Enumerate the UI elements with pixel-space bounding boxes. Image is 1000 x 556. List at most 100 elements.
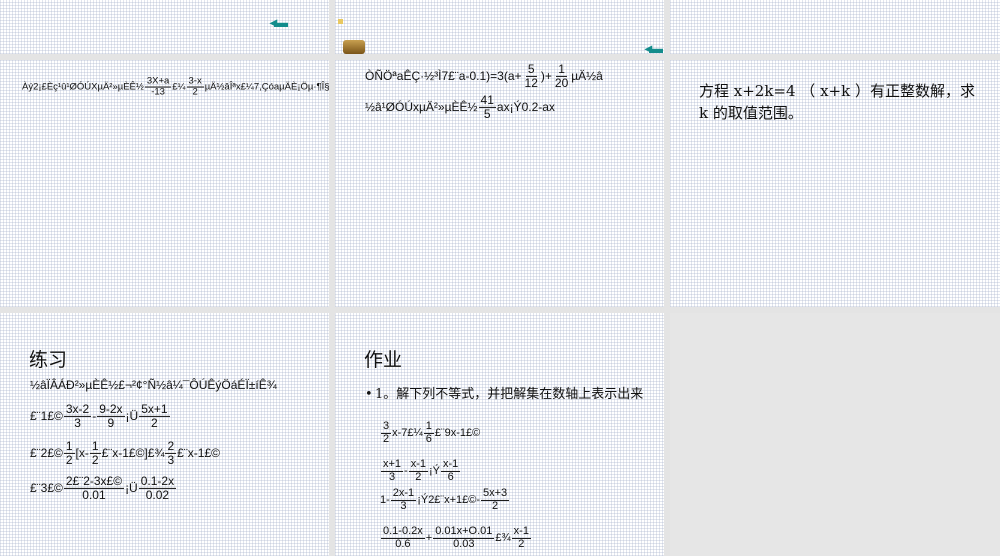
fraction: 41 5 bbox=[478, 92, 496, 121]
equation-line: ÒÑÖªaÊÇ·½³Ì7£¨a-0.1)=3(a+ 5 12)+ 1 20 µÄ½â bbox=[365, 63, 603, 89]
fraction: 23 bbox=[165, 438, 177, 467]
slide-title: 作业 bbox=[364, 349, 403, 371]
logo-image bbox=[343, 40, 365, 54]
denominator: 6 bbox=[447, 470, 454, 483]
denominator: 6 bbox=[425, 432, 432, 445]
equation-text: £¨x-1£©]£¾ bbox=[101, 446, 165, 460]
equation-text: 1- bbox=[380, 494, 390, 506]
numerator: 1 bbox=[89, 438, 101, 454]
empty-area bbox=[670, 313, 1000, 556]
equation-text: µÄ½âÎªx£¼7,ÇóaµÄÈ¡Öµ·¶Î§. bbox=[204, 81, 329, 93]
numerator: x-1 bbox=[441, 457, 461, 472]
denominator: 3 bbox=[167, 452, 175, 467]
slide-thumbnail-6[interactable]: 方程 x+2k=4 （ x+k ）有正整数解，求 k 的取值范围。 bbox=[670, 60, 1000, 307]
numerator: 2£¨2-3x£© bbox=[63, 473, 125, 489]
numerator: 3x-2 bbox=[63, 401, 92, 417]
numerator: 3 bbox=[381, 419, 392, 434]
equation-text: £¼ bbox=[172, 81, 186, 93]
fraction: x-1 6 bbox=[441, 457, 461, 483]
denominator: 3 bbox=[388, 470, 396, 483]
denominator: 2 bbox=[91, 452, 99, 467]
denominator: -13 bbox=[151, 86, 165, 98]
denominator: 2 bbox=[492, 499, 499, 512]
equation-text: ½âÏÂÁÐ²»µÈÊ½£¬²¢°Ñ½â¼¯ÔÚÊýÖáÉÏ±íÊ¾ bbox=[30, 378, 277, 392]
numerator: 1 bbox=[556, 61, 567, 77]
equation-text: [x- bbox=[75, 446, 89, 460]
fraction: 3-x 2 bbox=[186, 76, 204, 98]
slide-title: 练习 bbox=[29, 349, 68, 371]
denominator: 12 bbox=[524, 75, 538, 90]
equation-text: ½â¹ØÓÚxµÄ²»µÈÊ½ bbox=[365, 100, 478, 114]
equation-text: x-7£¼ bbox=[392, 427, 423, 439]
denominator: 2 bbox=[518, 537, 525, 550]
numerator: 9-2x bbox=[97, 401, 125, 417]
equation-text: Àý2¡£Èç¹û¹ØÓÚXµÄ²»µÈÊ½ bbox=[22, 81, 144, 93]
equation-line: 1- 2x-1 3 ¡Ý2£¨x+1£©- 5x+3 2 bbox=[380, 486, 510, 512]
fraction: 3X+a -13 bbox=[144, 76, 172, 98]
slide-thumbnail-4[interactable]: Àý2¡£Èç¹û¹ØÓÚXµÄ²»µÈÊ½ 3X+a -13 £¼ 3-x 2 µÄ½âÎ… bbox=[0, 60, 329, 307]
fraction: 5 12 bbox=[523, 63, 540, 89]
equation-line: 0.1-0.2x 0.6 +0.01x+O.01 0.03 £¾ x-1 2 bbox=[380, 524, 532, 550]
denominator: 2 bbox=[415, 470, 422, 483]
equation-text: ÒÑÖªaÊÇ·½³Ì7£¨a-0.1)=3(a+ bbox=[365, 69, 522, 83]
slide-thumbnail-5[interactable]: ÒÑÖªaÊÇ·½³Ì7£¨a-0.1)=3(a+ 5 12)+ 1 20 µÄ½â ½â¹… bbox=[335, 60, 664, 307]
denominator: 0.03 bbox=[453, 537, 475, 550]
numerator: 0.1-0.2x bbox=[381, 524, 425, 539]
equation-text: - bbox=[404, 465, 408, 477]
equation-line: 3 2 x-7£¼ 1 6 £¨9x-1£© bbox=[380, 419, 481, 445]
denominator: 2 bbox=[65, 452, 73, 467]
fraction: x-1 2 bbox=[511, 524, 531, 550]
equation-text: ax¡Ý0.2-ax bbox=[496, 100, 555, 114]
fraction: 3x-2 3 bbox=[63, 401, 92, 429]
fraction: 12 bbox=[89, 438, 101, 467]
equation-text: µÄ½â bbox=[571, 69, 603, 83]
fraction: x+1 3 bbox=[381, 457, 404, 483]
denominator: 0.6 bbox=[395, 537, 411, 550]
back-arrow-icon: ◂▬ bbox=[270, 14, 288, 30]
equation-line: ½â¹ØÓÚxµÄ²»µÈÊ½ 41 5 ax¡Ý0.2-ax bbox=[365, 94, 555, 120]
equation-text: £¾ bbox=[495, 532, 511, 544]
equation-text: £¨9x-1£© bbox=[434, 427, 481, 439]
denominator: 9 bbox=[107, 415, 115, 430]
denominator: 2 bbox=[383, 432, 390, 445]
equation-text: + bbox=[425, 532, 433, 544]
numerator: x+1 bbox=[381, 457, 404, 472]
equation-text: ¡Ý bbox=[429, 465, 440, 477]
slide-body-text: 方程 x+2k=4 （ x+k ）有正整数解，求 k 的取值范围。 bbox=[699, 82, 975, 122]
bullet-text: 1。解下列不等式，并把解集在数轴上表示出来 bbox=[375, 387, 644, 402]
slide-thumbnail-7[interactable]: 练习 ½âÏÂÁÐ²»µÈÊ½£¬²¢°Ñ½â¼¯ÔÚÊýÖáÉÏ±íÊ¾ £¨1… bbox=[0, 313, 329, 556]
numerator: x-1 bbox=[408, 457, 428, 472]
fraction: 0.1-0.2x 0.6 bbox=[381, 524, 425, 550]
numerator: 1 bbox=[423, 419, 434, 434]
fraction: 2£¨2-3x£© 0.01 bbox=[63, 473, 125, 501]
small-star-icon bbox=[338, 19, 343, 24]
numerator: 1 bbox=[63, 438, 75, 454]
fraction: 5x+1 2 bbox=[139, 403, 170, 429]
equation-line: £¨2£© 1 2 [x- 1 2 £¨x-1£©]£¾ 2 3 £¨x-1£© bbox=[30, 440, 220, 466]
denominator: 5 bbox=[483, 106, 491, 121]
numerator: 41 bbox=[478, 92, 496, 108]
slide-thumbnail-3[interactable] bbox=[670, 0, 1000, 54]
fraction: 0.1-2x 0.02 bbox=[138, 475, 177, 501]
equation-line: x+1 3- x-1 2 ¡Ý x-1 6 bbox=[380, 457, 461, 483]
numerator: x-1 bbox=[511, 524, 531, 539]
fraction: 32 bbox=[381, 419, 392, 445]
bullet-item: • 1。解下列不等式，并把解集在数轴上表示出来 bbox=[365, 386, 645, 403]
denominator: 20 bbox=[554, 75, 569, 90]
slide-thumbnail-1[interactable]: ◂▬ bbox=[0, 0, 329, 54]
equation-line: £¨1£© 3x-2 3-9-2x 9 ¡Ü 5x+1 2 bbox=[30, 403, 171, 429]
numerator: 0.01x+O.01 bbox=[433, 524, 495, 539]
slide-thumbnail-8[interactable]: 作业 • 1。解下列不等式，并把解集在数轴上表示出来 3 2 x-7£¼ 1 6 £¨9x… bbox=[335, 313, 664, 556]
fraction: 16 bbox=[423, 419, 434, 445]
numerator: 5x+3 bbox=[481, 486, 510, 501]
bullet-icon: • bbox=[365, 387, 373, 402]
equation-line: Àý2¡£Èç¹û¹ØÓÚXµÄ²»µÈÊ½ 3X+a -13 £¼ 3-x 2 µÄ½âÎ… bbox=[22, 76, 329, 98]
numerator: 2 bbox=[165, 438, 177, 454]
equation-line: £¨3£© 2£¨2-3x£© 0.01 ¡Ü 0.1-2x 0.02 bbox=[30, 475, 177, 501]
numerator: 2x-1 bbox=[390, 486, 417, 501]
equation-text: - bbox=[92, 409, 97, 423]
slide-thumbnail-2[interactable]: ◂▬ bbox=[335, 0, 664, 54]
equation-text: £¨3£© bbox=[30, 481, 63, 495]
numerator: 5 bbox=[525, 61, 537, 77]
fraction: 12 bbox=[63, 438, 75, 467]
